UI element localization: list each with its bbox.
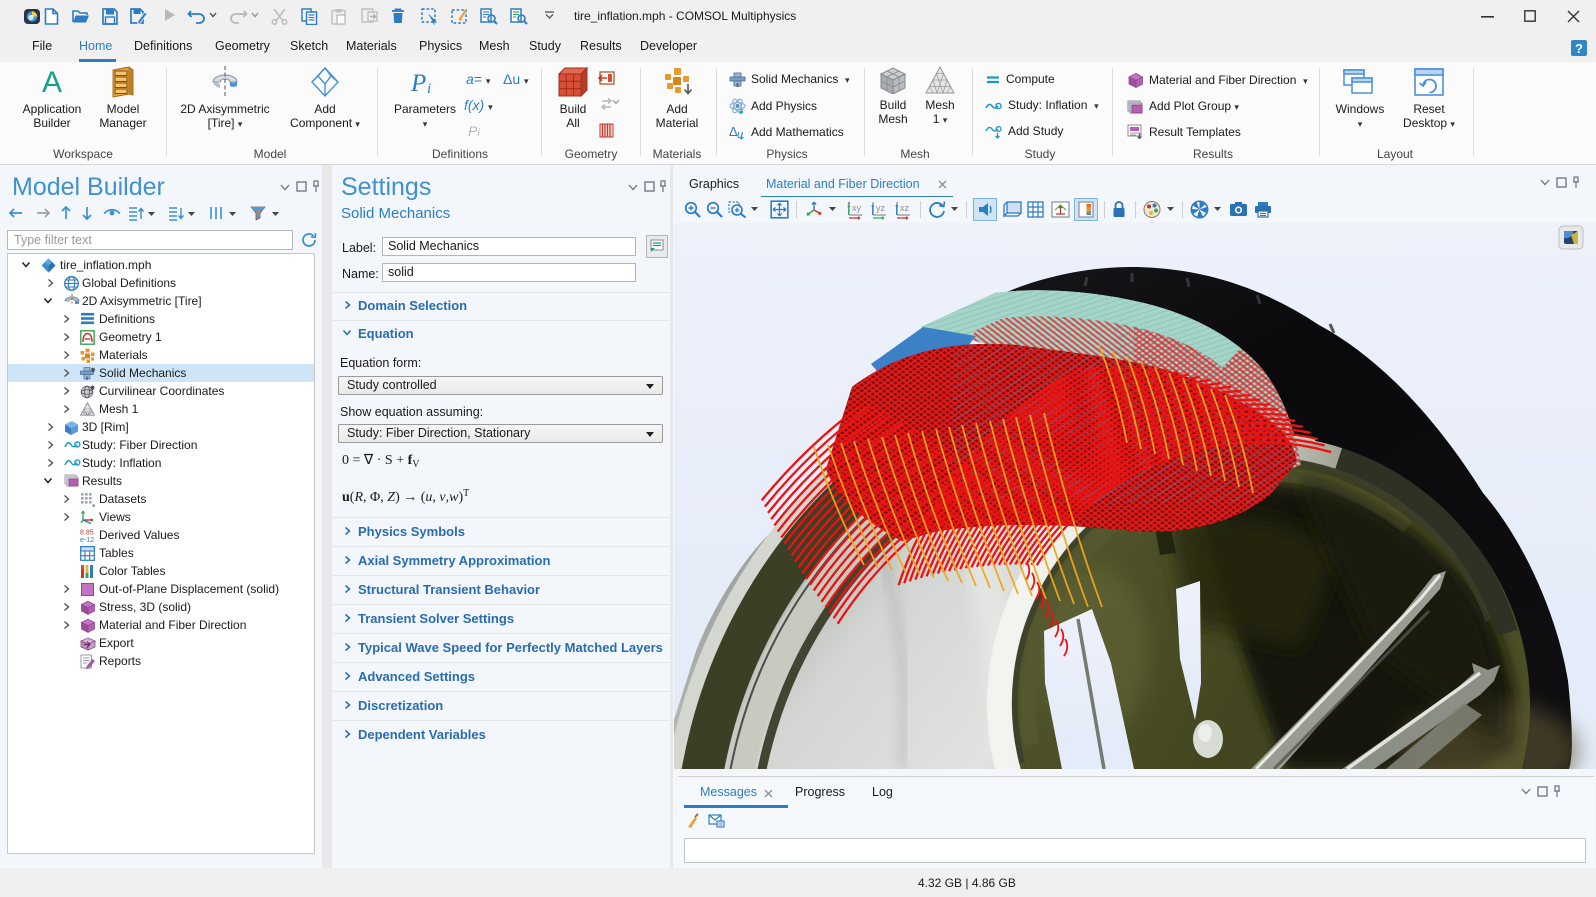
svg-text:xz: xz — [900, 203, 910, 213]
svg-text:P: P — [410, 70, 426, 97]
svg-text:i: i — [427, 81, 431, 97]
svg-text:A: A — [42, 66, 62, 98]
svg-text:xy: xy — [852, 203, 862, 213]
svg-text:yz: yz — [876, 203, 886, 213]
svg-text:8.85: 8.85 — [80, 530, 94, 537]
svg-text:e-12: e-12 — [80, 537, 94, 543]
